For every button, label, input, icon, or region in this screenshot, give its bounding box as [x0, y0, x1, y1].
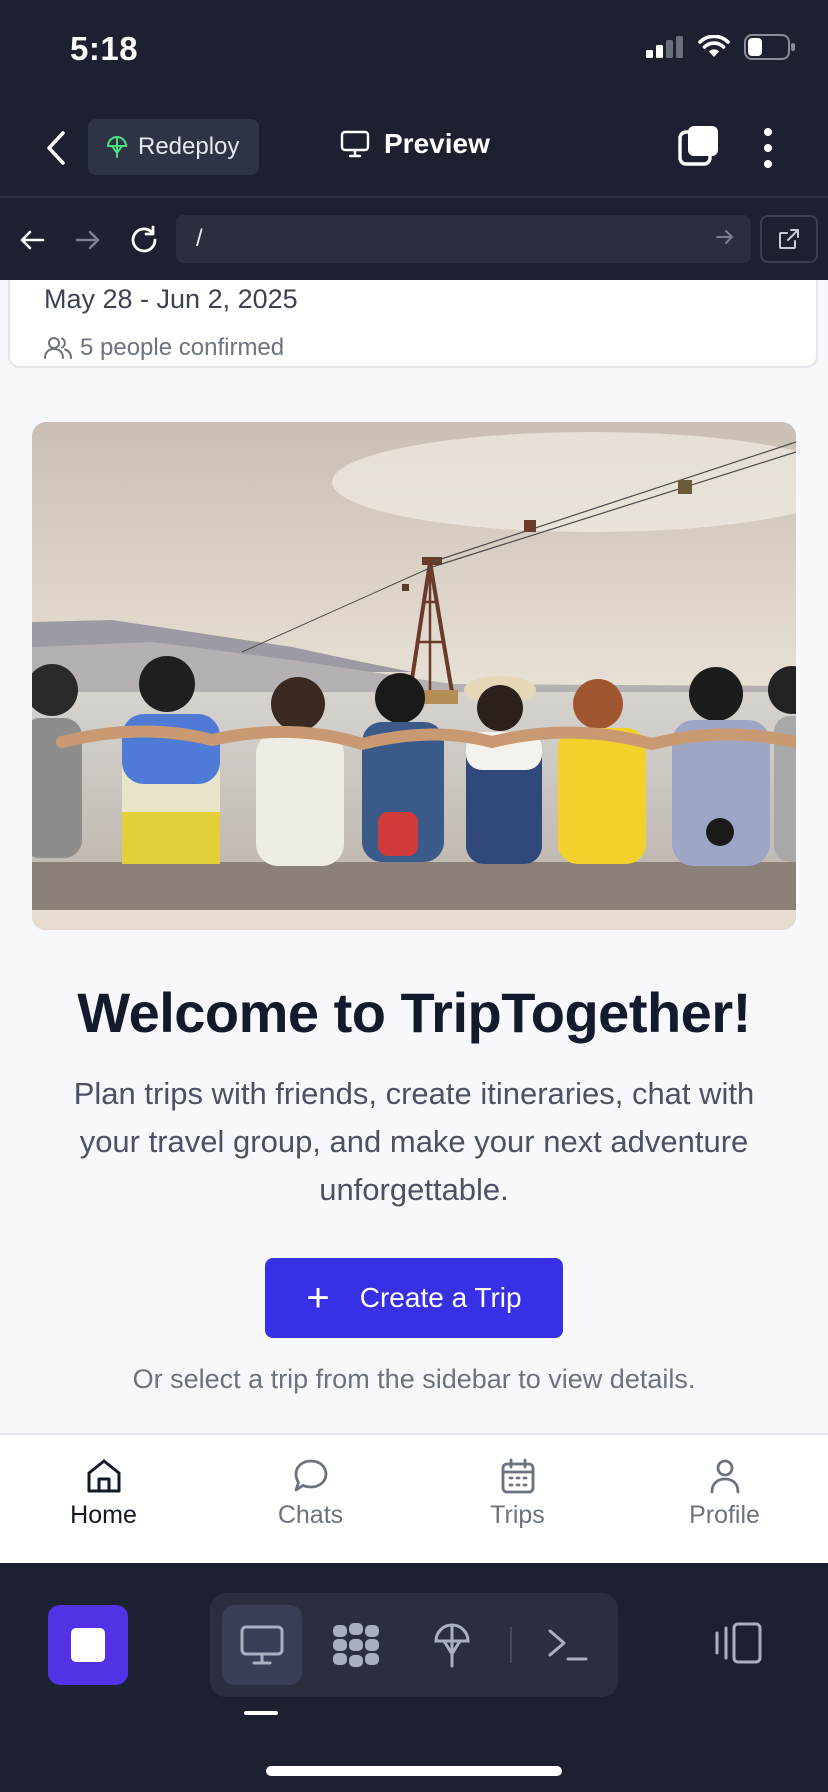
- tabs-button[interactable]: [676, 124, 720, 168]
- reload-icon: [131, 225, 157, 253]
- welcome-title: Welcome to TripTogether!: [77, 981, 751, 1044]
- tabs-icon: [678, 126, 718, 166]
- monitor-icon: [340, 130, 370, 158]
- app-header: Redeploy Preview: [0, 100, 828, 198]
- browser-forward-button[interactable]: [68, 220, 108, 260]
- web-preview: May 28 - Jun 2, 2025 5 people confirmed: [0, 280, 828, 1563]
- trip-card[interactable]: May 28 - Jun 2, 2025 5 people confirmed: [8, 280, 818, 368]
- deploy-icon: [434, 1623, 470, 1668]
- preview-tool-button[interactable]: [222, 1605, 302, 1685]
- group-photo-illustration: [32, 422, 796, 930]
- active-tab-indicator: [244, 1711, 278, 1715]
- create-trip-button[interactable]: + Create a Trip: [265, 1258, 563, 1338]
- dot-icon: [764, 128, 772, 136]
- home-indicator: [266, 1766, 562, 1776]
- terminal-icon: [548, 1629, 588, 1661]
- nav-item-profile[interactable]: Profile: [621, 1435, 828, 1563]
- user-icon: [710, 1459, 739, 1494]
- arrow-left-icon: [20, 230, 45, 250]
- nav-label-home: Home: [70, 1501, 137, 1529]
- back-button[interactable]: [38, 126, 74, 170]
- dot-icon: [764, 144, 772, 152]
- redeploy-button[interactable]: Redeploy: [88, 119, 260, 175]
- monitor-icon: [240, 1625, 284, 1665]
- chevron-left-icon: [47, 131, 65, 165]
- arrow-right-icon: [75, 230, 100, 250]
- create-trip-label: Create a Trip: [359, 1282, 522, 1313]
- wifi-icon: [698, 35, 730, 57]
- preview-label: Preview: [384, 128, 490, 159]
- status-bar: 5:18: [0, 0, 828, 100]
- panel-toggle-button[interactable]: [712, 1621, 764, 1670]
- network-tool-button[interactable]: [316, 1605, 396, 1685]
- reload-button[interactable]: [124, 220, 164, 260]
- panel-icon: [715, 1622, 762, 1664]
- status-time: 5:18: [70, 30, 139, 67]
- users-icon: [44, 337, 72, 359]
- trip-people: 5 people confirmed: [44, 334, 284, 362]
- deploy-tool-button[interactable]: [412, 1605, 492, 1685]
- people-count: 5 people confirmed: [80, 334, 285, 361]
- nav-label-profile: Profile: [689, 1501, 760, 1529]
- deploy-icon: [106, 135, 128, 158]
- hero-image: [32, 422, 796, 930]
- chat-icon: [294, 1459, 327, 1492]
- nav-label-chats: Chats: [277, 1501, 344, 1529]
- stop-button[interactable]: [48, 1605, 128, 1685]
- dev-toolbar: [0, 1563, 828, 1792]
- preview-title: Preview: [340, 128, 490, 160]
- url-bar: /: [0, 200, 828, 280]
- more-options-button[interactable]: [752, 124, 784, 172]
- tool-group: [210, 1593, 618, 1697]
- welcome-subtitle: Plan trips with friends, create itinerar…: [73, 1076, 755, 1207]
- divider: [510, 1627, 512, 1663]
- go-arrow-icon[interactable]: [715, 227, 735, 247]
- nav-item-trips[interactable]: Trips: [414, 1435, 621, 1563]
- nav-label-trips: Trips: [490, 1501, 545, 1529]
- url-text: /: [196, 225, 203, 252]
- dot-icon: [764, 160, 772, 168]
- nav-item-chats[interactable]: Chats: [207, 1435, 414, 1563]
- signal-icon: [646, 36, 683, 58]
- calendar-icon: [501, 1458, 534, 1494]
- redeploy-label: Redeploy: [138, 133, 240, 160]
- open-external-button[interactable]: [760, 215, 818, 263]
- sidebar-hint: Or select a trip from the sidebar to vie…: [132, 1364, 696, 1394]
- battery-icon: [744, 34, 795, 60]
- network-icon: [333, 1623, 379, 1667]
- external-link-icon: [779, 229, 799, 249]
- home-icon: [87, 1459, 120, 1493]
- stop-icon: [71, 1628, 105, 1662]
- status-icons: [646, 34, 796, 60]
- trip-dates: May 28 - Jun 2, 2025: [44, 284, 298, 314]
- url-input[interactable]: /: [176, 215, 751, 263]
- bottom-nav: Home Chats Trips Profile: [0, 1433, 828, 1563]
- nav-item-home[interactable]: Home: [0, 1435, 207, 1563]
- browser-back-button[interactable]: [12, 220, 52, 260]
- console-tool-button[interactable]: [528, 1605, 608, 1685]
- plus-icon: +: [306, 1276, 330, 1320]
